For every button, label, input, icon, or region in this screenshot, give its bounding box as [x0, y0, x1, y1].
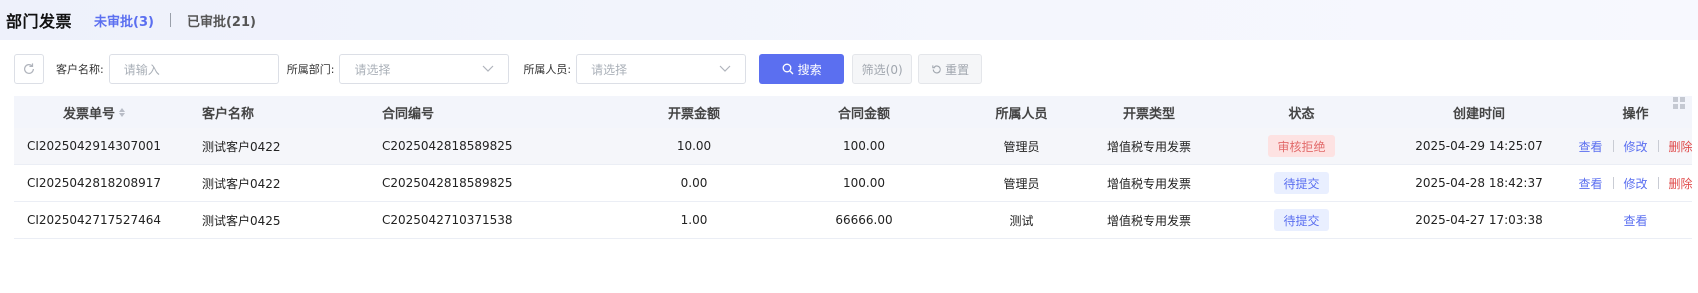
view-link[interactable]: 查看: [1578, 175, 1602, 192]
cell-actions: 查看: [1579, 212, 1692, 229]
grid-settings-icon[interactable]: [1672, 96, 1686, 110]
cell-created: 2025-04-28 18:42:37: [1415, 176, 1543, 190]
cell-customer: 测试客户0425: [202, 213, 281, 228]
filter-bar: 客户名称: 请输入 所属部门: 请选择 所属人员: 请选择 搜索 筛选(0) 重…: [14, 54, 983, 84]
reset-button-label: 重置: [945, 62, 970, 77]
status-badge: 待提交: [1274, 172, 1329, 194]
column-header-contract-amount: 合同金额: [837, 106, 890, 122]
refresh-button[interactable]: [14, 54, 44, 84]
cell-contract-amount: 100.00: [843, 176, 885, 190]
chevron-down-icon: [483, 65, 494, 72]
delete-link[interactable]: 删除: [1669, 175, 1693, 192]
edit-link[interactable]: 修改: [1624, 138, 1648, 155]
column-header-label: 发票单号: [62, 106, 115, 122]
sort-icon[interactable]: [119, 107, 125, 117]
cell-actions: 查看 修改 删除: [1578, 138, 1693, 155]
customer-name-input[interactable]: 请输入: [108, 54, 279, 84]
column-header-label: 操作: [1622, 106, 1649, 122]
personnel-placeholder: 请选择: [591, 62, 628, 77]
tab-approved[interactable]: 已审批(21): [187, 11, 256, 30]
cell-status: 审核拒绝: [1224, 135, 1379, 157]
status-badge: 待提交: [1274, 209, 1329, 231]
cell-invoice-amount: 0.00: [680, 176, 708, 190]
tab-pending[interactable]: 未审批(3): [94, 11, 154, 30]
department-placeholder: 请选择: [354, 62, 391, 77]
cell-person: 测试: [1009, 213, 1034, 228]
reset-icon: [932, 64, 941, 73]
view-link[interactable]: 查看: [1623, 212, 1647, 229]
page-header: 部门发票 未审批(3) 已审批(21): [0, 0, 1698, 40]
cell-person: 管理员: [1003, 176, 1040, 191]
cell-actions: 查看 修改 删除: [1578, 175, 1693, 192]
customer-name-placeholder: 请输入: [123, 62, 160, 77]
cell-invoice-type: 增值税专用发票: [1106, 213, 1191, 228]
column-header-status: 状态: [1288, 106, 1315, 122]
invoice-table: 发票单号 客户名称 合同编号 开票金额 合同金额 所属人员 开票类型 状态 创建…: [14, 96, 1693, 239]
column-header-invoice-no[interactable]: 发票单号: [14, 103, 174, 122]
cell-invoice-type: 增值税专用发票: [1106, 176, 1191, 191]
cell-contract-no: C2025042818589825: [382, 139, 513, 153]
department-select[interactable]: 请选择: [339, 54, 510, 84]
action-divider: [1657, 177, 1659, 189]
cell-contract-no: C2025042710371538: [382, 213, 513, 227]
column-header-contract-no: 合同编号: [382, 106, 435, 122]
reset-button[interactable]: 重置: [918, 54, 983, 84]
view-link[interactable]: 查看: [1578, 138, 1602, 155]
department-label: 所属部门:: [286, 63, 335, 76]
status-badge: 审核拒绝: [1268, 135, 1335, 157]
column-header-customer: 客户名称: [202, 106, 255, 122]
cell-customer: 测试客户0422: [202, 139, 281, 154]
cell-invoice-no: CI2025042717527464: [26, 213, 162, 227]
cell-created: 2025-04-29 14:25:07: [1415, 139, 1543, 153]
cell-status: 待提交: [1224, 172, 1379, 194]
cell-invoice-no: CI2025042914307001: [26, 139, 162, 153]
action-divider: [1657, 140, 1659, 152]
cell-invoice-type: 增值税专用发票: [1106, 139, 1191, 154]
cell-status: 待提交: [1224, 209, 1379, 231]
search-icon: [782, 63, 794, 75]
cell-invoice-no: CI2025042818208917: [26, 176, 162, 190]
chevron-down-icon: [719, 65, 731, 72]
cell-invoice-amount: 1.00: [680, 213, 708, 227]
table-row: CI2025042914307001 测试客户0422 C20250428185…: [14, 128, 1693, 165]
column-header-person: 所属人员: [995, 106, 1048, 122]
action-divider: [1612, 177, 1614, 189]
cell-customer: 测试客户0422: [202, 176, 281, 191]
search-button[interactable]: 搜索: [759, 54, 845, 84]
edit-link[interactable]: 修改: [1624, 175, 1648, 192]
refresh-icon: [24, 63, 34, 74]
action-divider: [1612, 140, 1614, 152]
table-row: CI2025042717527464 测试客户0425 C20250427103…: [14, 202, 1692, 239]
column-header-invoice-amount: 开票金额: [667, 106, 720, 122]
page-title: 部门发票: [6, 12, 73, 31]
column-header-created: 创建时间: [1452, 106, 1505, 122]
cell-created: 2025-04-27 17:03:38: [1415, 213, 1543, 227]
personnel-select[interactable]: 请选择: [576, 54, 747, 84]
column-header-actions: 操作: [1579, 96, 1692, 122]
cell-person: 管理员: [1003, 139, 1040, 154]
customer-name-label: 客户名称:: [56, 63, 104, 76]
personnel-label: 所属人员:: [523, 63, 572, 76]
cell-invoice-amount: 10.00: [676, 139, 712, 153]
cell-contract-amount: 66666.00: [835, 213, 893, 227]
delete-link[interactable]: 删除: [1669, 138, 1693, 155]
cell-contract-amount: 100.00: [843, 139, 885, 153]
search-button-label: 搜索: [797, 62, 822, 77]
column-header-invoice-type: 开票类型: [1122, 106, 1175, 122]
filter-button-label: 筛选(0): [861, 62, 903, 77]
tab-divider: [169, 13, 171, 27]
table-header: 发票单号 客户名称 合同编号 开票金额 合同金额 所属人员 开票类型 状态 创建…: [14, 96, 1692, 128]
table-row: CI2025042818208917 测试客户0422 C20250428185…: [14, 165, 1693, 202]
cell-contract-no: C2025042818589825: [382, 176, 513, 190]
filter-button[interactable]: 筛选(0): [852, 54, 913, 84]
